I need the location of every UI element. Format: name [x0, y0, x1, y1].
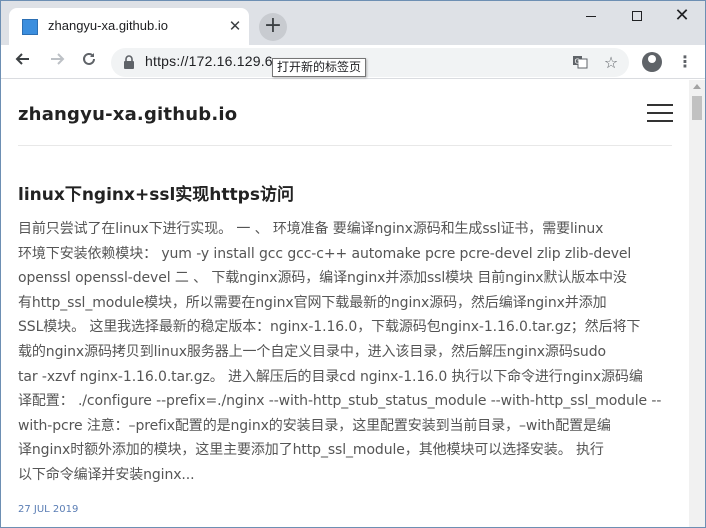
excerpt-line: 以下命令编译并安装nginx... — [18, 466, 195, 483]
excerpt-line: 有http_ssl_module模块，所以需要在nginx官网下载最新的ngin… — [18, 294, 607, 311]
favicon-icon — [22, 19, 38, 35]
tab-active[interactable]: zhangyu-xa.github.io ✕ — [9, 8, 249, 45]
profile-icon[interactable] — [642, 52, 662, 72]
excerpt-line: 目前只尝试了在linux下进行实现。 一 、 环境准备 要编译nginx源码和生… — [18, 221, 604, 237]
minimize-button[interactable] — [568, 1, 614, 31]
post-excerpt: 目前只尝试了在linux下进行实现。 一 、 环境准备 要编译nginx源码和生… — [18, 217, 678, 488]
arrow-left-icon — [15, 53, 29, 65]
excerpt-line: tar -xzvf nginx-1.16.0.tar.gz。 进入解压后的目录c… — [18, 368, 643, 385]
excerpt-line: openssl openssl-devel 二 、 下载nginx源码，编译ng… — [18, 270, 627, 287]
post-title[interactable]: linux下nginx+ssl实现https访问 — [18, 180, 294, 205]
excerpt-line: 载的nginx源码拷贝到linux服务器上一个自定义目录中，进入该目录，然后解压… — [18, 343, 606, 360]
arrow-right-icon — [51, 53, 65, 65]
bookmark-star-icon[interactable]: ☆ — [602, 54, 620, 72]
url-text[interactable]: https://172.16.129.6 — [145, 53, 273, 69]
address-bar[interactable]: https://172.16.129.6 G ☆ — [111, 48, 629, 77]
page-content: zhangyu-xa.github.io linux下nginx+ssl实现ht… — [1, 80, 689, 527]
excerpt-line: SSL模块。 这里我选择最新的稳定版本：nginx-1.16.0，下载源码包ng… — [18, 319, 641, 336]
svg-text:G: G — [575, 58, 580, 66]
maximize-button[interactable] — [614, 1, 660, 31]
excerpt-line: 译配置： ./configure --prefix=./nginx --with… — [18, 393, 662, 410]
browser-window: zhangyu-xa.github.io ✕ + ✕ https://172.1… — [0, 0, 706, 528]
reload-button[interactable] — [77, 50, 101, 74]
scroll-up-arrow-icon[interactable] — [693, 84, 701, 89]
excerpt-line: 译nginx时额外添加的模块，这里主要添加了http_ssl_module，其他… — [18, 442, 604, 459]
reload-icon — [83, 52, 95, 65]
close-tab-icon[interactable]: ✕ — [226, 17, 244, 35]
forward-button[interactable] — [45, 50, 69, 74]
maximize-icon — [632, 11, 642, 21]
excerpt-line: with-pcre 注意：–prefix配置的是nginx的安装目录，这里配置安… — [18, 417, 611, 434]
hamburger-menu-icon[interactable] — [647, 102, 673, 122]
back-button[interactable] — [11, 50, 35, 74]
new-tab-button[interactable]: + — [259, 13, 287, 41]
translate-icon[interactable]: G — [571, 54, 589, 72]
site-title[interactable]: zhangyu-xa.github.io — [18, 104, 237, 125]
tab-title: zhangyu-xa.github.io — [48, 18, 168, 33]
lock-icon — [124, 55, 134, 69]
excerpt-line: 环境下安装依赖模块： yum -y install gcc gcc-c++ au… — [18, 245, 632, 262]
window-close-button[interactable]: ✕ — [659, 1, 705, 31]
header-divider — [18, 145, 672, 146]
post-date: 27 JUL 2019 — [18, 504, 79, 515]
vertical-scrollbar[interactable] — [689, 80, 705, 527]
tab-strip: zhangyu-xa.github.io ✕ + ✕ — [1, 1, 705, 45]
more-menu-icon[interactable]: ⋮ — [677, 53, 693, 71]
scroll-thumb[interactable] — [692, 96, 702, 120]
minimize-icon — [586, 15, 596, 17]
new-tab-tooltip: 打开新的标签页 — [272, 58, 367, 77]
